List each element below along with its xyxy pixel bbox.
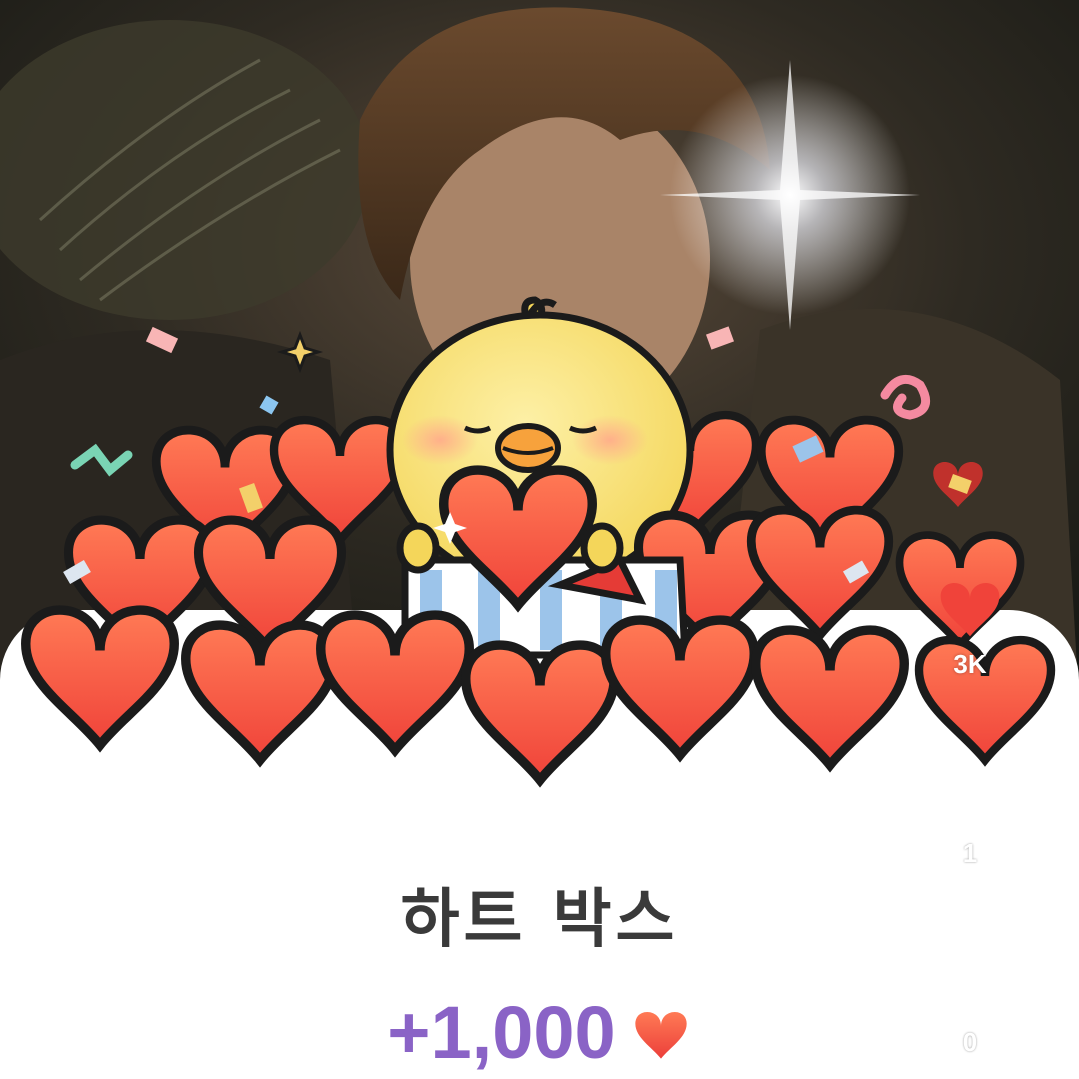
comment-icon: [938, 958, 1002, 1012]
heart-box-illustration: [0, 296, 1079, 830]
thumbs-up-icon: [940, 773, 1000, 825]
reward-screen: 하트 박스 +1,000 3K 1 0: [0, 0, 1079, 1079]
heart-small-icon: [635, 1011, 687, 1059]
heart-button[interactable]: 3K: [930, 575, 1010, 680]
small-heart-decor: [933, 462, 983, 507]
comment-button[interactable]: 0: [930, 955, 1010, 1058]
heart-count: 3K: [953, 649, 987, 679]
reward-amount: +1,000: [387, 991, 616, 1074]
like-button[interactable]: 1: [930, 770, 1010, 869]
reward-title: 하트 박스: [400, 883, 679, 957]
like-count: 1: [962, 838, 978, 868]
comment-count: 0: [962, 1027, 978, 1057]
heart-icon: [940, 583, 1000, 637]
reward-amount-row: +1,000: [0, 990, 1079, 1075]
